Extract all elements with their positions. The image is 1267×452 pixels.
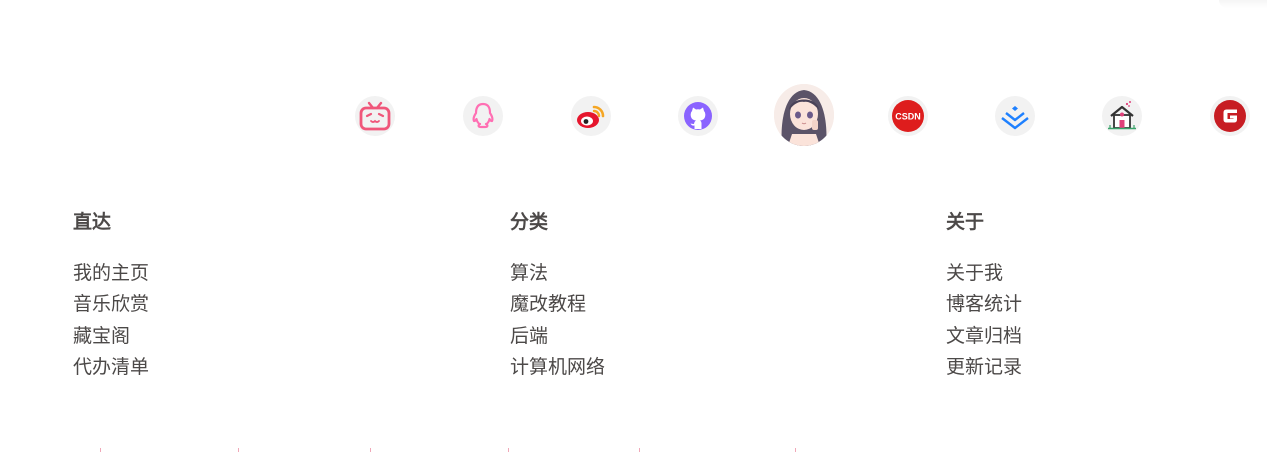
footer-link[interactable]: 音乐欣赏 — [73, 289, 149, 320]
github-icon — [684, 102, 712, 130]
footer-column-title: 直达 — [73, 211, 112, 233]
divider-mark — [639, 448, 640, 452]
footer-link-list: 算法 魔改教程 后端 计算机网络 — [510, 258, 605, 383]
divider-mark — [100, 448, 101, 452]
avatar-image — [774, 84, 834, 146]
footer-link[interactable]: 更新记录 — [946, 352, 1022, 383]
house-icon — [1108, 101, 1136, 130]
footer-column-title: 关于 — [946, 211, 985, 233]
weibo-icon — [577, 105, 605, 128]
footer-link-list: 关于我 博客统计 文章归档 更新记录 — [946, 258, 1022, 383]
juejin-icon — [1001, 106, 1029, 130]
divider-mark — [795, 448, 796, 452]
github-link[interactable] — [678, 96, 718, 136]
footer-link[interactable]: 计算机网络 — [510, 352, 605, 383]
footer-link[interactable]: 算法 — [510, 258, 605, 289]
footer-link[interactable]: 我的主页 — [73, 258, 149, 289]
csdn-icon: CSDN — [892, 100, 924, 132]
juejin-link[interactable] — [995, 96, 1035, 136]
footer-column-category: 分类 算法 魔改教程 后端 计算机网络 — [510, 206, 605, 383]
divider-mark — [238, 448, 239, 452]
footer-link[interactable]: 魔改教程 — [510, 289, 605, 320]
qq-link[interactable] — [463, 96, 503, 136]
footer-column-direct: 直达 我的主页 音乐欣赏 藏宝阁 代办清单 — [73, 206, 149, 383]
footer-link[interactable]: 藏宝阁 — [73, 321, 149, 352]
footer-link[interactable]: 文章归档 — [946, 321, 1022, 352]
footer-link-list: 我的主页 音乐欣赏 藏宝阁 代办清单 — [73, 258, 149, 383]
qq-icon — [472, 102, 494, 129]
bilibili-link[interactable] — [355, 96, 395, 136]
weibo-link[interactable] — [571, 96, 611, 136]
gitee-link[interactable] — [1210, 96, 1250, 136]
bilibili-icon — [359, 101, 391, 131]
footer-column-about: 关于 关于我 博客统计 文章归档 更新记录 — [946, 206, 1022, 383]
csdn-logo-text: CSDN — [895, 112, 921, 122]
avatar[interactable] — [774, 84, 834, 146]
divider-mark — [370, 448, 371, 452]
footer-link[interactable]: 后端 — [510, 321, 605, 352]
footer-link[interactable]: 关于我 — [946, 258, 1022, 289]
divider-mark — [508, 448, 509, 452]
footer-column-title: 分类 — [510, 211, 549, 233]
home-link[interactable] — [1102, 96, 1142, 136]
gitee-icon — [1214, 100, 1246, 132]
footer-link[interactable]: 博客统计 — [946, 289, 1022, 320]
csdn-link[interactable]: CSDN — [888, 96, 928, 136]
social-links-row: CSDN — [0, 0, 1267, 170]
footer-link[interactable]: 代办清单 — [73, 352, 149, 383]
